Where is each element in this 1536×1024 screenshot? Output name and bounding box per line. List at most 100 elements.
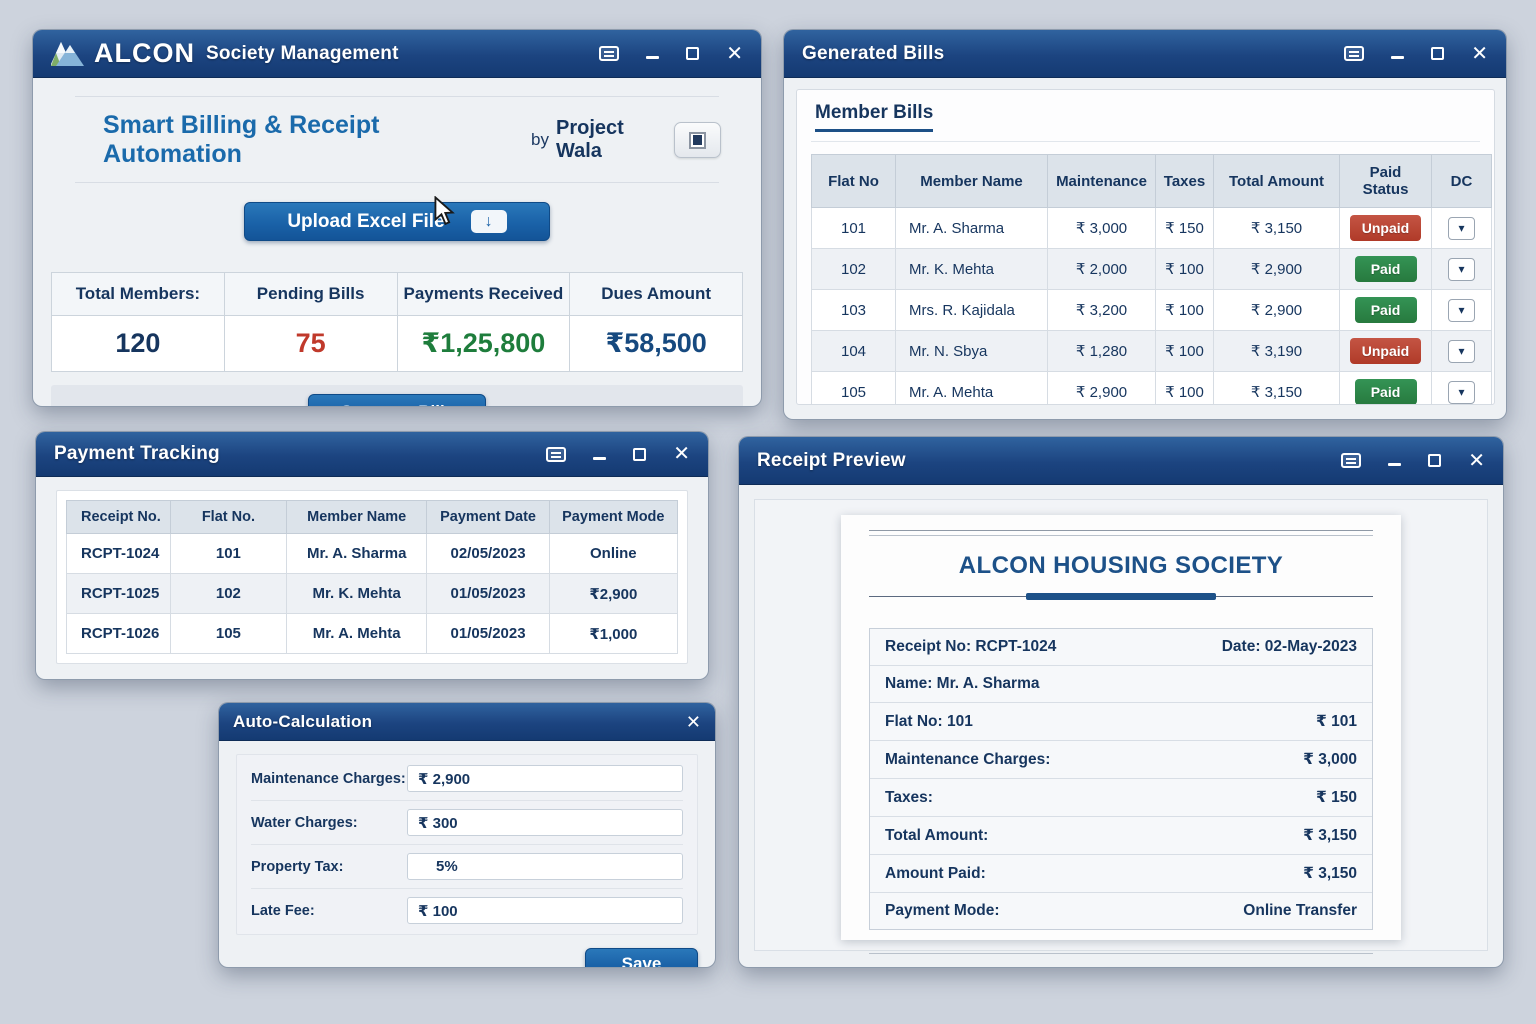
close-button[interactable]: ✕ [673, 444, 690, 464]
flat-no-cell: 101 [812, 208, 896, 249]
stat-label: Dues Amount [570, 273, 743, 316]
maintenance-cell: ₹ 3,000 [1048, 208, 1156, 249]
member-name-cell: Mr. A. Sharma [896, 208, 1048, 249]
stat-value: ₹1,25,800 [397, 316, 570, 372]
water-charges-input[interactable] [407, 809, 683, 836]
byline: by [531, 130, 549, 150]
paid-status-cell: Unpaid [1340, 208, 1432, 249]
stat-value: 75 [224, 316, 397, 372]
divider [869, 953, 1373, 954]
window-menu-button[interactable] [546, 447, 566, 462]
document-icon [689, 132, 706, 149]
titlebar[interactable]: Generated Bills ✕ [784, 30, 1506, 78]
receipt-line-right: Date: 02-May-2023 [1222, 638, 1357, 656]
table-row: 104Mr. N. Sbya₹ 1,280₹ 100₹ 3,190Unpaid▾ [812, 331, 1492, 372]
actions-cell: ▾ [1432, 208, 1492, 249]
receipt-line-left: Receipt No: RCPT-1024 [885, 638, 1056, 656]
receipt-line-left: Amount Paid: [885, 865, 986, 883]
table-row: RCPT-1026105Mr. A. Mehta01/05/2023₹1,000 [67, 614, 678, 654]
receipt-preview-area: ALCON HOUSING SOCIETY Receipt No: RCPT-1… [754, 499, 1488, 951]
window-auto-calculation: Auto-Calculation ✕ Maintenance Charges: W… [219, 703, 715, 967]
dropdown-button[interactable]: ▾ [1448, 340, 1475, 363]
member-name-cell: Mrs. R. Kajidala [896, 290, 1048, 331]
maintenance-charges-label: Maintenance Charges: [251, 771, 407, 787]
receipt-details: Receipt No: RCPT-1024 Date: 02-May-2023 Na… [869, 628, 1373, 930]
column-header: DC [1432, 155, 1492, 208]
form-row: Maintenance Charges: [251, 757, 683, 801]
maintenance-cell: ₹ 3,200 [1048, 290, 1156, 331]
titlebar[interactable]: Auto-Calculation ✕ [219, 703, 715, 741]
property-tax-input[interactable] [407, 853, 683, 880]
upload-excel-button[interactable]: Upload Excel File ↓ [244, 202, 550, 241]
maintenance-charges-input[interactable] [407, 765, 683, 792]
titlebar[interactable]: Payment Tracking ✕ [36, 432, 708, 477]
titlebar[interactable]: Receipt Preview ✕ [739, 437, 1503, 485]
maximize-button[interactable] [633, 448, 646, 461]
column-header: Maintenance [1048, 155, 1156, 208]
receipt-line-left: Flat No: 101 [885, 713, 973, 731]
dropdown-button[interactable]: ▾ [1448, 258, 1475, 281]
dropdown-button[interactable]: ▾ [1448, 299, 1475, 322]
download-arrow-icon: ↓ [471, 210, 507, 233]
member-name-cell: Mr. K. Mehta [896, 249, 1048, 290]
window-menu-button[interactable] [599, 46, 619, 61]
window-title: Payment Tracking [54, 443, 220, 465]
taxes-cell: ₹ 100 [1156, 249, 1214, 290]
close-button[interactable]: ✕ [1468, 451, 1485, 471]
window-title: Receipt Preview [757, 450, 906, 472]
window-title: Generated Bills [802, 43, 944, 65]
minimize-button[interactable] [1391, 48, 1404, 59]
window-generated-bills: Generated Bills ✕ Member Bills Flat NoMe… [784, 30, 1506, 419]
member-name-cell: Mr. A. Mehta [896, 372, 1048, 406]
receipt-line-right: ₹ 3,150 [1303, 864, 1357, 883]
actions-cell: ▾ [1432, 372, 1492, 406]
receipt-line: Maintenance Charges:₹ 3,000 [870, 741, 1372, 779]
document-button[interactable] [674, 122, 721, 158]
tab-member-bills[interactable]: Member Bills [815, 102, 933, 132]
form-row: Water Charges: [251, 801, 683, 845]
minimize-button[interactable] [646, 48, 659, 59]
receipt-line: Receipt No: RCPT-1024 Date: 02-May-2023 [870, 629, 1372, 666]
receipt-line-right: ₹ 150 [1316, 788, 1357, 807]
minimize-button[interactable] [1388, 455, 1401, 466]
author-name: Project Wala [556, 117, 674, 163]
receipt-line: Name: Mr. A. Sharma [870, 666, 1372, 703]
generate-bills-button[interactable]: Generate Bills [308, 394, 486, 406]
receipt-line: Amount Paid: ₹ 3,150 [870, 855, 1372, 893]
window-receipt-preview: Receipt Preview ✕ ALCON HOUSING SOCIETY … [739, 437, 1503, 967]
close-button[interactable]: ✕ [686, 713, 701, 731]
titlebar[interactable]: ALCON Society Management ✕ [33, 30, 761, 78]
taxes-cell: ₹ 150 [1156, 208, 1214, 249]
maintenance-cell: ₹ 1,280 [1048, 331, 1156, 372]
payment-cell: RCPT-1025 [67, 574, 171, 614]
save-button[interactable]: Save [585, 948, 698, 967]
close-button[interactable]: ✕ [726, 44, 743, 64]
table-row: RCPT-1024101Mr. A. Sharma02/05/2023Onlin… [67, 534, 678, 574]
dropdown-button[interactable]: ▾ [1448, 381, 1475, 404]
table-row: 105Mr. A. Mehta₹ 2,900₹ 100₹ 3,150Paid▾ [812, 372, 1492, 406]
close-button[interactable]: ✕ [1471, 44, 1488, 64]
maintenance-cell: ₹ 2,000 [1048, 249, 1156, 290]
receipt-line: Flat No: 101₹ 101 [870, 703, 1372, 741]
stat-label: Total Members: [52, 273, 225, 316]
maximize-button[interactable] [686, 47, 699, 60]
column-header: Member Name [286, 501, 427, 534]
maximize-button[interactable] [1431, 47, 1444, 60]
payment-cell: Mr. K. Mehta [286, 574, 427, 614]
status-badge: Unpaid [1350, 338, 1421, 364]
app-title: Society Management [206, 43, 399, 65]
maximize-button[interactable] [1428, 454, 1441, 467]
table-row: 102Mr. K. Mehta₹ 2,000₹ 100₹ 2,900Paid▾ [812, 249, 1492, 290]
minimize-button[interactable] [593, 449, 606, 460]
property-tax-label: Property Tax: [251, 859, 407, 875]
paid-status-cell: Paid [1340, 372, 1432, 406]
window-menu-button[interactable] [1344, 46, 1364, 61]
window-menu-button[interactable] [1341, 453, 1361, 468]
late-fee-input[interactable] [407, 897, 683, 924]
paid-status-cell: Paid [1340, 290, 1432, 331]
dropdown-button[interactable]: ▾ [1448, 217, 1475, 240]
payment-cell: 01/05/2023 [427, 574, 549, 614]
payment-cell: RCPT-1026 [67, 614, 171, 654]
receipt-line-left: Total Amount: [885, 827, 988, 845]
column-header: Member Name [896, 155, 1048, 208]
